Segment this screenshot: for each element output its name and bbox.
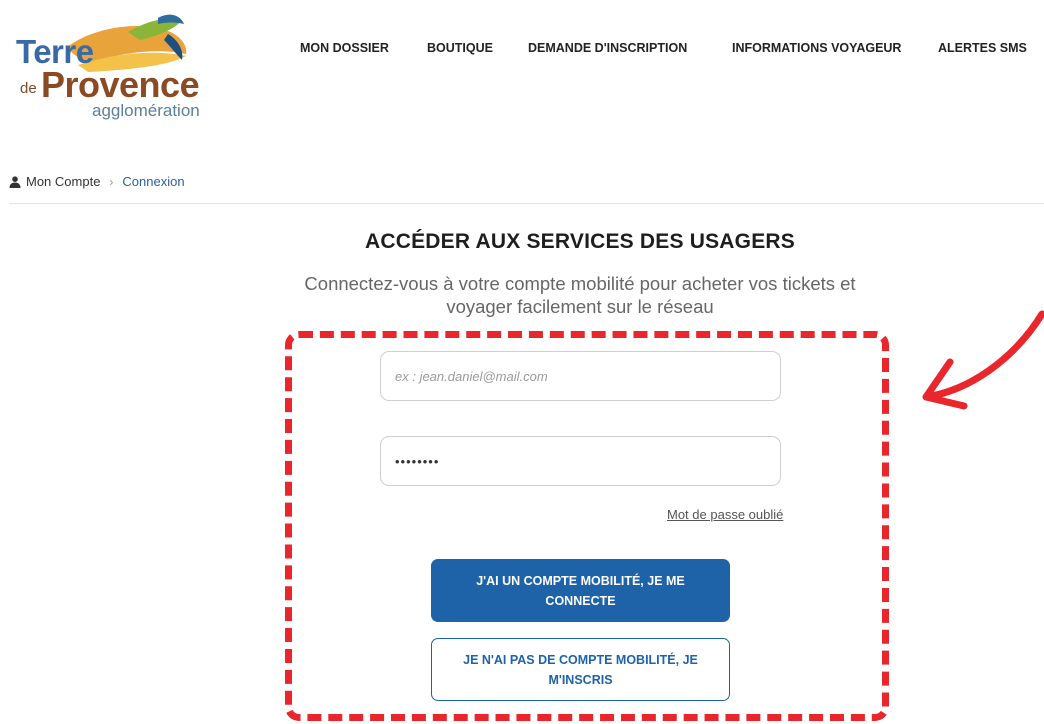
header-divider — [9, 203, 1044, 204]
user-icon — [9, 175, 21, 188]
nav-item-alertes-sms[interactable]: ALERTES SMS — [938, 41, 1027, 55]
breadcrumb-current: Connexion — [122, 174, 185, 189]
nav-item-informations-voyageur[interactable]: INFORMATIONS VOYAGEUR — [732, 41, 901, 55]
forgot-password-link[interactable]: Mot de passe oublié — [667, 507, 783, 522]
breadcrumb-home-link[interactable]: Mon Compte — [26, 174, 100, 189]
breadcrumb-separator: › — [109, 174, 114, 189]
nav-item-boutique[interactable]: BOUTIQUE — [427, 41, 493, 55]
breadcrumb: Mon Compte › Connexion — [9, 174, 185, 189]
nav-item-demande-inscription[interactable]: DEMANDE D'INSCRIPTION — [528, 41, 687, 55]
nav-item-mon-dossier[interactable]: MON DOSSIER — [300, 41, 389, 55]
register-button[interactable]: JE N'AI PAS DE COMPTE MOBILITÉ, JE M'INS… — [431, 638, 730, 701]
logo-text-de: de — [20, 80, 37, 97]
email-field[interactable] — [380, 351, 781, 401]
logo-text-agglomeration: agglomération — [92, 101, 200, 120]
brand-logo[interactable]: Terre de Provence agglomération — [8, 10, 213, 122]
page-subtitle: Connectez-vous à votre compte mobilité p… — [304, 273, 856, 317]
page-title: ACCÉDER AUX SERVICES DES USAGERS — [365, 230, 795, 253]
logo-text-provence: Provence — [41, 64, 200, 105]
password-field[interactable] — [380, 436, 781, 486]
login-button[interactable]: J'AI UN COMPTE MOBILITÉ, JE ME CONNECTE — [431, 559, 730, 622]
annotation-arrow-icon — [922, 310, 1044, 410]
